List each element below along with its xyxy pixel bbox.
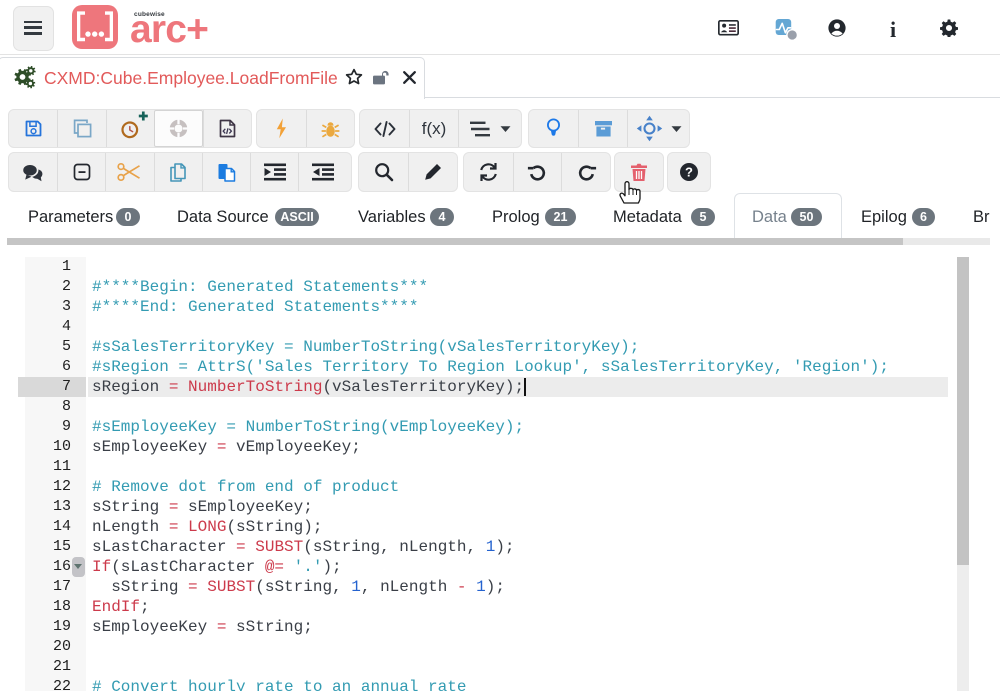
svg-text:?: ?	[685, 165, 693, 180]
